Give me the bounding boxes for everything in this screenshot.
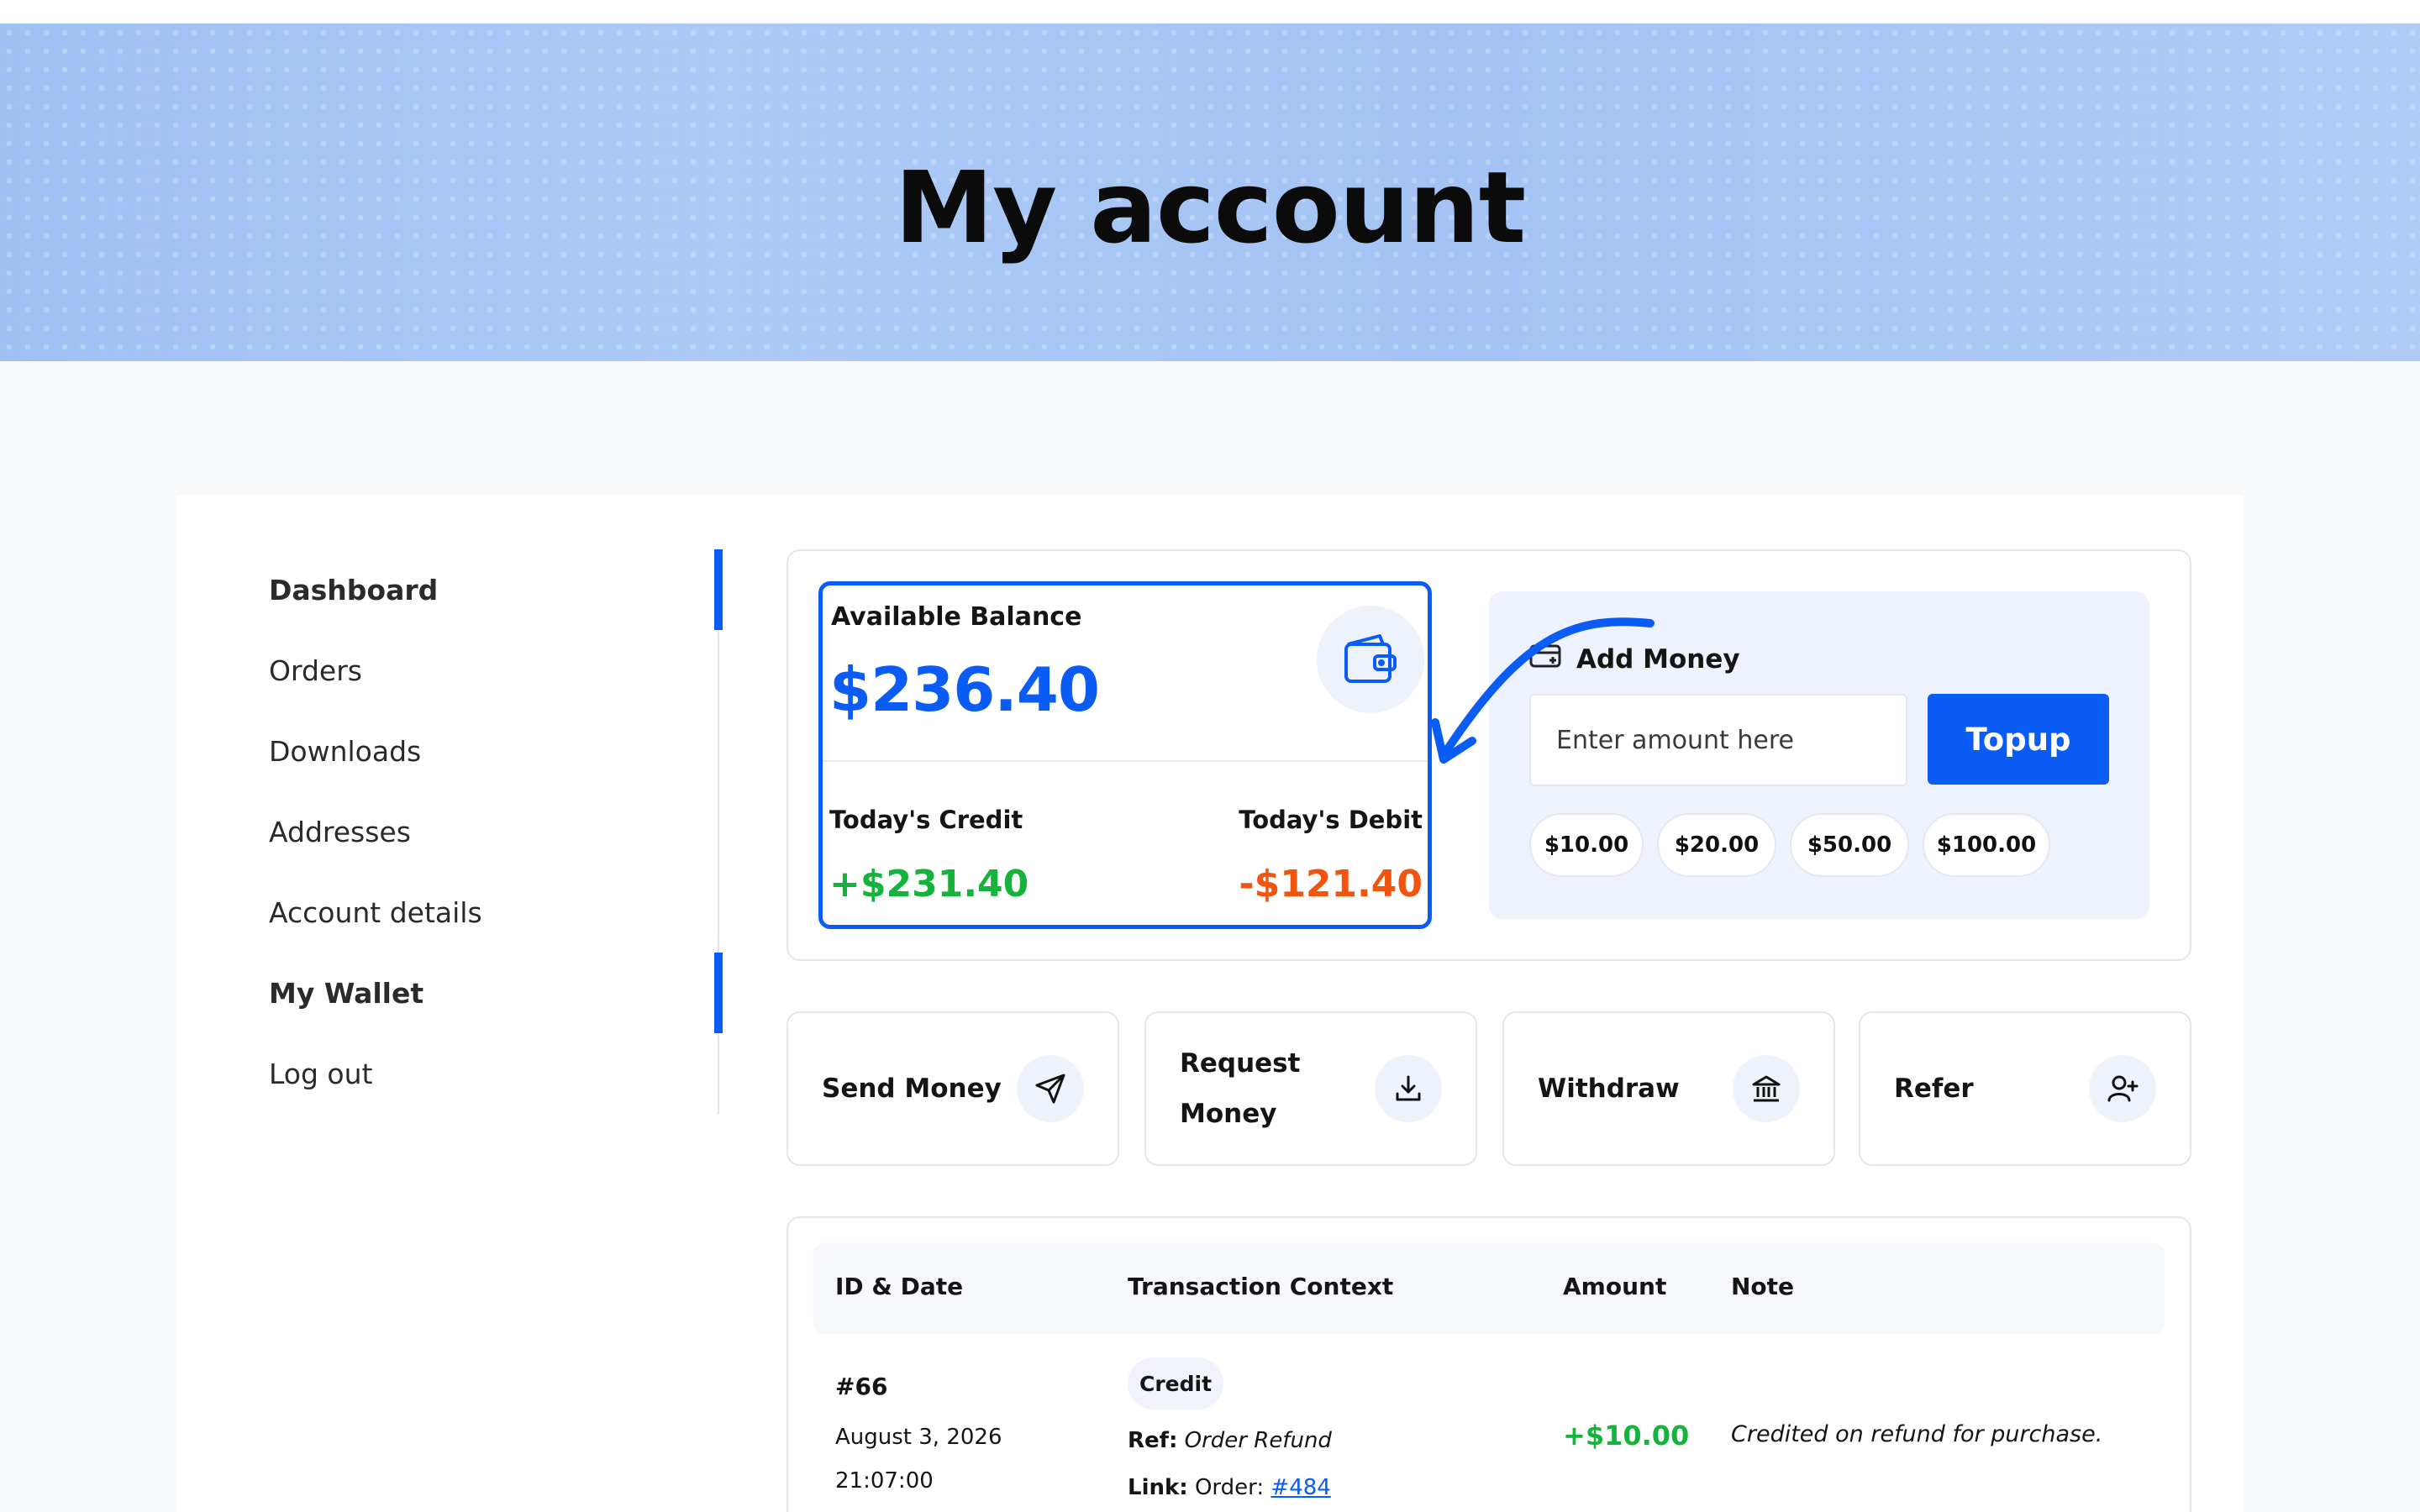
nav-label: Log out xyxy=(269,1057,373,1090)
transaction-amount: +$10.00 xyxy=(1563,1420,1690,1452)
active-indicator xyxy=(714,953,723,1033)
transaction-link: Link: Order: #484 xyxy=(1128,1475,1331,1500)
download-icon xyxy=(1375,1055,1442,1122)
send-money-button[interactable]: Send Money xyxy=(786,1011,1119,1166)
withdraw-button[interactable]: Withdraw xyxy=(1502,1011,1835,1166)
link-label: Link: xyxy=(1128,1475,1188,1500)
wallet-icon xyxy=(1317,606,1424,713)
column-header-id-date: ID & Date xyxy=(835,1273,964,1300)
curved-arrow-icon xyxy=(1431,617,1655,764)
transaction-id: #66 xyxy=(835,1373,888,1400)
ref-label: Ref: xyxy=(1128,1428,1178,1453)
transaction-note: Credited on refund for purchase. xyxy=(1731,1421,2103,1447)
credit-label: Today's Credit xyxy=(829,806,1023,834)
action-label-line: Request xyxy=(1180,1048,1301,1079)
nav-item-addresses[interactable]: Addresses xyxy=(269,791,718,872)
send-icon xyxy=(1017,1055,1084,1122)
nav-item-downloads[interactable]: Downloads xyxy=(269,711,718,791)
balance-amount: $236.40 xyxy=(829,654,1100,725)
nav-label: Dashboard xyxy=(269,573,439,606)
transaction-date: August 3, 2026 xyxy=(835,1425,1002,1450)
active-indicator xyxy=(714,549,723,630)
link-prefix: Order: xyxy=(1194,1475,1265,1500)
preset-amount-chip[interactable]: $10.00 xyxy=(1529,813,1644,877)
transaction-time: 21:07:00 xyxy=(835,1468,934,1494)
user-plus-icon xyxy=(2089,1055,2156,1122)
nav-label: Orders xyxy=(269,654,362,687)
nav-label: Downloads xyxy=(269,734,422,768)
transaction-ref: Ref: Order Refund xyxy=(1128,1428,1332,1453)
transaction-type-badge: Credit xyxy=(1128,1357,1223,1410)
table-header-row xyxy=(813,1243,2165,1334)
action-label: Send Money xyxy=(822,1074,1002,1104)
nav-item-log-out[interactable]: Log out xyxy=(269,1033,718,1114)
nav-item-account-details[interactable]: Account details xyxy=(269,872,718,953)
preset-amount-chip[interactable]: $100.00 xyxy=(1923,813,2050,877)
action-label-line: Money xyxy=(1180,1099,1277,1129)
debit-label: Today's Debit xyxy=(1239,806,1423,834)
nav-item-dashboard[interactable]: Dashboard xyxy=(269,549,723,630)
page-title: My account xyxy=(894,150,1526,265)
nav-item-my-wallet[interactable]: My Wallet xyxy=(269,953,723,1033)
action-label: Refer xyxy=(1894,1074,1974,1104)
column-header-note: Note xyxy=(1731,1273,1795,1300)
balance-label: Available Balance xyxy=(831,602,1082,632)
preset-amount-chip[interactable]: $20.00 xyxy=(1657,813,1776,877)
column-header-amount: Amount xyxy=(1563,1273,1667,1300)
debit-value: -$121.40 xyxy=(1239,863,1423,906)
nav-label: Addresses xyxy=(269,815,411,848)
balance-card: Available Balance $236.40 Today's Credit… xyxy=(818,581,1432,929)
nav-label: My Wallet xyxy=(269,976,424,1010)
credit-value: +$231.40 xyxy=(829,863,1029,906)
nav-label: Account details xyxy=(269,895,482,929)
ref-value: Order Refund xyxy=(1184,1428,1332,1453)
column-header-context: Transaction Context xyxy=(1128,1273,1394,1300)
action-label: Withdraw xyxy=(1538,1074,1680,1104)
request-money-button[interactable]: Request Money xyxy=(1144,1011,1477,1166)
hero-banner: My account xyxy=(0,24,2420,361)
action-label: Request Money xyxy=(1180,1038,1300,1139)
topup-button[interactable]: Topup xyxy=(1928,694,2109,785)
divider xyxy=(823,760,1428,762)
top-bar xyxy=(0,0,2420,24)
bank-icon xyxy=(1733,1055,1800,1122)
order-link[interactable]: #484 xyxy=(1270,1475,1330,1500)
nav-item-orders[interactable]: Orders xyxy=(269,630,718,711)
preset-amount-chip[interactable]: $50.00 xyxy=(1790,813,1909,877)
account-navigation: Dashboard Orders Downloads Addresses Acc… xyxy=(269,549,723,1114)
refer-button[interactable]: Refer xyxy=(1859,1011,2191,1166)
